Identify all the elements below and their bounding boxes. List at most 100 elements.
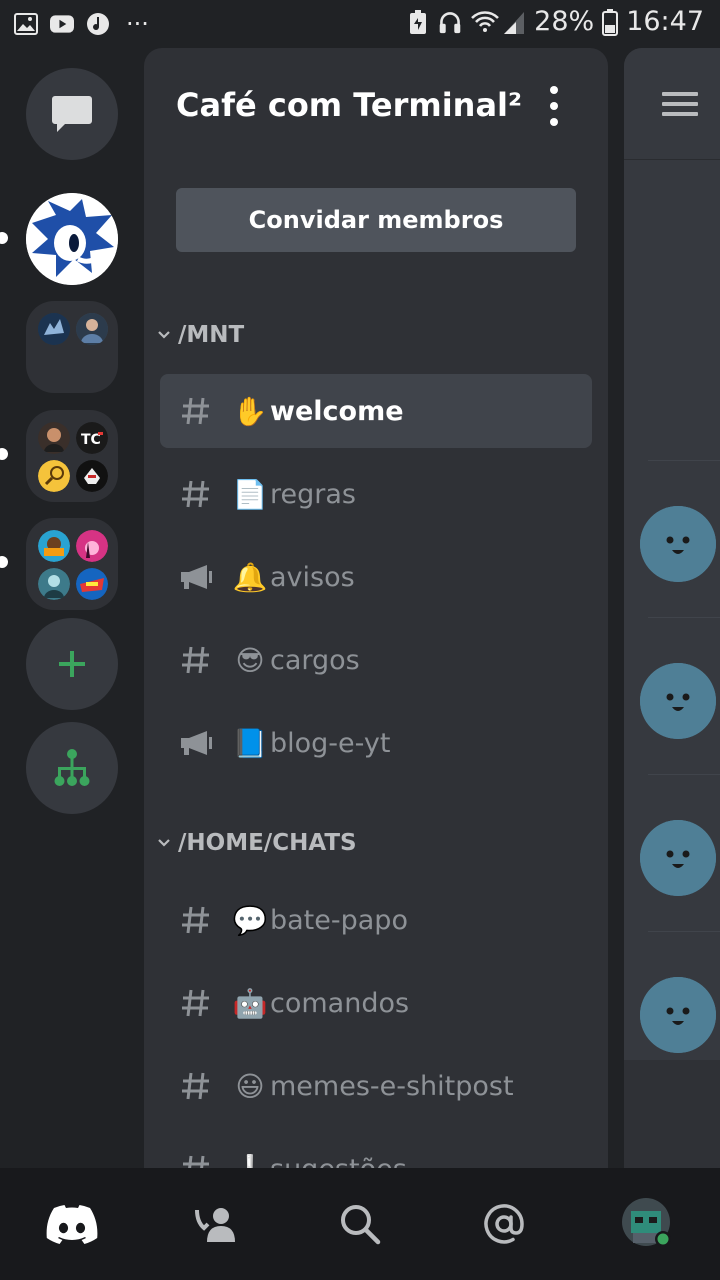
server-folder-2[interactable]: TC (26, 410, 118, 502)
server-title[interactable]: Café com Terminal² (176, 86, 522, 124)
channel-bate-papo[interactable]: 💬 bate-papo (160, 883, 592, 957)
battery-percent: 28% (534, 6, 595, 37)
server-folder-1[interactable] (26, 301, 118, 393)
unread-pill (0, 556, 8, 568)
text-channel-hash-icon (160, 395, 232, 427)
nav-home-button[interactable] (24, 1184, 120, 1264)
server-avatar-sunset-icon (76, 530, 108, 562)
clock: 16:47 (626, 6, 704, 37)
category-mnt[interactable]: /MNT (152, 315, 244, 355)
direct-messages-button[interactable] (26, 68, 118, 160)
channel-welcome[interactable]: ✋ welcome (160, 374, 592, 448)
direct-messages-icon (52, 96, 92, 132)
server-avatar-cartoon-icon (38, 530, 70, 562)
category-home-chats[interactable]: /HOME/CHATS (152, 823, 357, 863)
channel-emoji: 📄 (232, 477, 268, 511)
channel-emoji: ❕ (232, 1153, 268, 1169)
text-channel-hash-icon (160, 987, 232, 1019)
channel-name: welcome (270, 395, 404, 427)
server-folder-3[interactable] (26, 518, 118, 610)
channel-name: avisos (270, 561, 355, 593)
channel-emoji: 🔔 (232, 560, 268, 594)
member-avatar-icon[interactable] (640, 506, 716, 582)
chat-peek-area[interactable] (624, 48, 720, 1168)
announcement-megaphone-icon (160, 563, 232, 591)
message-divider (648, 617, 720, 618)
battery-saver-icon (406, 9, 430, 34)
music-icon (86, 12, 110, 36)
server-avatar-helmet-icon (76, 460, 108, 492)
search-icon (341, 1205, 381, 1245)
chat-header (624, 48, 720, 160)
discord-app-screen: ··· 28% 16:47 TC Café com Terminal² Conv… (0, 0, 720, 1280)
kebab-dot (550, 86, 558, 94)
kebab-dot (550, 118, 558, 126)
text-channel-hash-icon (160, 1070, 232, 1102)
channel-regras[interactable]: 📄 regras (160, 457, 592, 531)
discord-home-icon (46, 1205, 98, 1244)
kebab-dot (550, 102, 558, 110)
unread-pill (0, 232, 8, 244)
server-avatar-dragon-icon (38, 313, 70, 345)
message-divider (648, 774, 720, 775)
text-channel-hash-icon (160, 904, 232, 936)
channel-emoji: 🤖 (232, 986, 268, 1020)
text-channel-hash-icon (160, 478, 232, 510)
channel-blog-e-yt[interactable]: 📘 blog-e-yt (160, 706, 592, 780)
channel-comandos[interactable]: 🤖 comandos (160, 966, 592, 1040)
channel-emoji: 😎 (235, 643, 265, 677)
bottom-navigation (0, 1168, 720, 1280)
server-avatar-person-icon (76, 313, 108, 345)
status-bar: ··· 28% 16:47 (0, 0, 720, 48)
headphones-icon (438, 10, 462, 34)
add-server-button[interactable] (26, 618, 118, 710)
add-server-icon (59, 651, 85, 677)
server-avatar-magnifier-emoji-icon (38, 460, 70, 492)
text-channel-hash-icon (160, 1153, 232, 1168)
chevron-down-icon (152, 330, 176, 340)
invite-members-button[interactable]: Convidar membros (176, 188, 576, 252)
hamburger-menu-icon[interactable] (662, 92, 698, 116)
channel-name: blog-e-yt (270, 727, 391, 759)
message-divider (648, 931, 720, 932)
nav-mentions-button[interactable] (456, 1184, 552, 1264)
channel-emoji: ✋ (232, 394, 268, 428)
chevron-down-icon (152, 838, 176, 848)
server-avatar-tc-icon: TC (76, 422, 108, 454)
profile-avatar (622, 1198, 671, 1247)
explore-servers-button[interactable] (26, 722, 118, 814)
channel-name: sugestões (270, 1154, 407, 1169)
channel-avisos[interactable]: 🔔 avisos (160, 540, 592, 614)
nav-profile-button[interactable] (600, 1184, 696, 1264)
server-rail: TC (0, 48, 144, 1168)
text-channel-hash-icon (160, 644, 232, 676)
member-avatar-icon[interactable] (640, 820, 716, 896)
sonic-avatar-icon (26, 193, 118, 285)
unread-pill (0, 448, 8, 460)
channel-cargos[interactable]: 😎 cargos (160, 623, 592, 697)
wifi-signal-icon (470, 10, 526, 34)
nav-friends-button[interactable] (168, 1184, 264, 1264)
svg-text:TC: TC (81, 432, 101, 448)
category-name: /HOME/CHATS (178, 830, 357, 856)
channel-memes-e-shitpost[interactable]: 😃 memes-e-shitpost (160, 1049, 592, 1123)
category-name: /MNT (178, 322, 245, 348)
mentions-icon (484, 1204, 524, 1244)
server-avatar-gamer-icon (38, 568, 70, 600)
channel-emoji: 😃 (235, 1069, 265, 1103)
channel-emoji: 📘 (232, 726, 268, 760)
channel-name: cargos (270, 644, 360, 676)
nav-search-button[interactable] (312, 1184, 408, 1264)
member-avatar-icon[interactable] (640, 663, 716, 739)
gallery-icon (14, 12, 38, 36)
member-avatar-icon[interactable] (640, 977, 716, 1053)
channel-emoji: 💬 (232, 903, 268, 937)
server-avatar-man-icon (38, 422, 70, 454)
server-sonic-icon[interactable] (26, 193, 118, 285)
server-options-button[interactable] (544, 86, 564, 126)
channel-sugestoes[interactable]: ❕ sugestões (160, 1132, 592, 1168)
announcement-megaphone-icon (160, 729, 232, 757)
channel-name: regras (270, 478, 356, 510)
friends-icon (195, 1208, 235, 1242)
explore-servers-icon (54, 749, 90, 786)
